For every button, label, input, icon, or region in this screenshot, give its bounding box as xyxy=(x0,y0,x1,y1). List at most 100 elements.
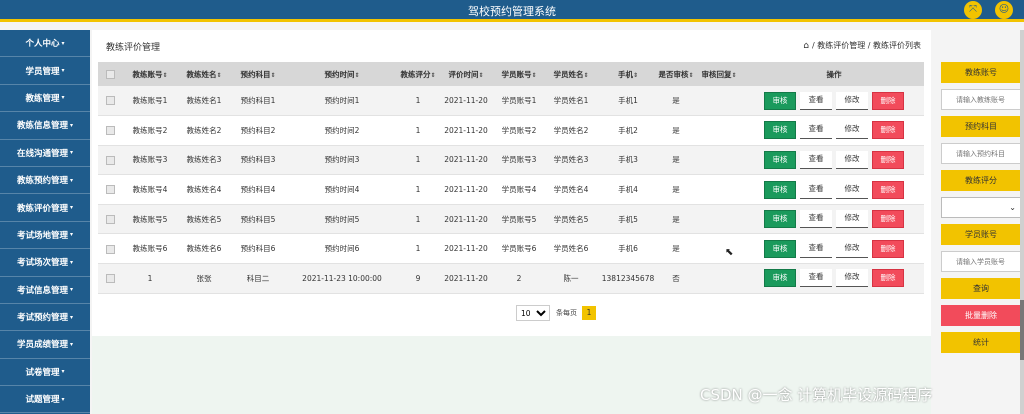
cell-score: 1 xyxy=(398,115,438,146)
row-checkbox[interactable] xyxy=(105,155,115,165)
th-student-name[interactable]: 学员姓名⇕ xyxy=(544,62,598,86)
delete-button[interactable]: 删除 xyxy=(872,210,904,229)
audit-button[interactable]: 审核 xyxy=(764,91,796,110)
view-button[interactable]: 查看 xyxy=(800,210,832,229)
sidebar-item[interactable]: 教练预约管理 ▾ xyxy=(0,167,90,195)
th-time[interactable]: 预约时间⇕ xyxy=(286,62,398,86)
score-select[interactable]: ⌄ xyxy=(941,197,1021,218)
row-select-cell[interactable] xyxy=(98,145,122,176)
cell-eval-time: 2021-11-20 xyxy=(438,233,494,265)
cell-subject: 预约科目1 xyxy=(230,86,286,117)
page-size-select[interactable]: 10 xyxy=(516,305,550,321)
th-score[interactable]: 教练评分⇕ xyxy=(398,62,438,86)
subject-input[interactable] xyxy=(941,143,1021,164)
delete-button[interactable]: 删除 xyxy=(872,91,904,110)
row-checkbox[interactable] xyxy=(105,244,115,254)
row-checkbox[interactable] xyxy=(105,214,115,224)
row-select-cell[interactable] xyxy=(98,204,122,235)
sidebar-item[interactable]: 试卷管理 ▾ xyxy=(0,359,90,387)
audit-button[interactable]: 审核 xyxy=(764,121,796,140)
audit-button[interactable]: 审核 xyxy=(764,210,796,229)
user-icon[interactable]: ☺ xyxy=(995,1,1013,19)
view-button[interactable]: 查看 xyxy=(800,239,832,258)
row-select-cell[interactable] xyxy=(98,263,122,294)
cell-coach-name: 张张 xyxy=(178,263,230,294)
th-coach-name[interactable]: 教练姓名⇕ xyxy=(178,62,230,86)
caret-down-icon: ▾ xyxy=(61,39,65,47)
table-header-row: 教练账号⇕ 教练姓名⇕ 预约科目⇕ 预约时间⇕ 教练评分⇕ 评价时间⇕ 学员账号… xyxy=(98,62,924,86)
delete-button[interactable]: 删除 xyxy=(872,239,904,258)
query-button[interactable]: 查询 xyxy=(941,278,1021,299)
view-button[interactable]: 查看 xyxy=(800,180,832,199)
edit-button[interactable]: 修改 xyxy=(836,210,868,229)
edit-button[interactable]: 修改 xyxy=(836,91,868,110)
th-approved[interactable]: 是否审核⇕ xyxy=(658,62,694,86)
audit-button[interactable]: 审核 xyxy=(764,180,796,199)
th-coach-no[interactable]: 教练账号⇕ xyxy=(122,62,178,86)
sidebar-item[interactable]: 在线沟通管理 ▾ xyxy=(0,140,90,167)
th-reply[interactable]: 审核回复⇕ xyxy=(694,62,744,86)
row-select-cell[interactable] xyxy=(98,115,122,146)
view-button[interactable]: 查看 xyxy=(800,91,832,110)
sidebar-item[interactable]: 学员管理 ▾ xyxy=(0,57,90,85)
page-button-current[interactable]: 1 xyxy=(582,306,596,320)
breadcrumb-level1[interactable]: 教练评价管理 xyxy=(817,40,865,51)
edit-button[interactable]: 修改 xyxy=(836,121,868,140)
edit-button[interactable]: 修改 xyxy=(836,239,868,258)
sidebar-item[interactable]: 考试场地管理 ▾ xyxy=(0,222,90,250)
edit-button[interactable]: 修改 xyxy=(836,180,868,199)
th-eval-time[interactable]: 评价时间⇕ xyxy=(438,62,494,86)
delete-button[interactable]: 删除 xyxy=(872,269,904,288)
row-select-cell[interactable] xyxy=(98,86,122,117)
sidebar-item[interactable]: 教练评价管理 ▾ xyxy=(0,194,90,222)
delete-button[interactable]: 删除 xyxy=(872,150,904,169)
sidebar-item[interactable]: 试题管理 ▾ xyxy=(0,386,90,414)
student-no-filter-label: 学员账号 xyxy=(941,224,1021,245)
row-select-cell[interactable] xyxy=(98,233,122,265)
sidebar-item[interactable]: 学员成绩管理 ▾ xyxy=(0,331,90,359)
edit-button[interactable]: 修改 xyxy=(836,150,868,169)
breadcrumb-sep: / xyxy=(867,41,871,50)
sidebar-item[interactable]: 考试场次管理 ▾ xyxy=(0,249,90,277)
cell-subject: 预约科目5 xyxy=(230,204,286,235)
sidebar-item[interactable]: 个人中心 ▾ xyxy=(0,30,90,58)
sidebar-item[interactable]: 考试预约管理 ▾ xyxy=(0,304,90,332)
cell-reply xyxy=(694,263,744,294)
sidebar-item[interactable]: 教练信息管理 ▾ xyxy=(0,112,90,140)
cell-coach-no: 教练账号1 xyxy=(122,86,178,117)
row-checkbox[interactable] xyxy=(105,185,115,195)
view-button[interactable]: 查看 xyxy=(800,269,832,288)
delete-button[interactable]: 删除 xyxy=(872,121,904,140)
th-student-no[interactable]: 学员账号⇕ xyxy=(494,62,544,86)
th-phone[interactable]: 手机⇕ xyxy=(598,62,658,86)
edit-button[interactable]: 修改 xyxy=(836,269,868,288)
row-checkbox[interactable] xyxy=(105,274,115,284)
page-scrollbar-thumb[interactable] xyxy=(1020,300,1024,360)
sidebar-item[interactable]: 教练管理 ▾ xyxy=(0,85,90,113)
fullscreen-icon[interactable]: ⤧ xyxy=(964,1,982,19)
home-icon[interactable]: ⌂ xyxy=(803,41,809,51)
batch-delete-button[interactable]: 批量删除 xyxy=(941,305,1021,326)
cell-student-no: 学员账号6 xyxy=(494,233,544,265)
row-checkbox[interactable] xyxy=(105,126,115,136)
audit-button[interactable]: 审核 xyxy=(764,269,796,288)
select-all-cell[interactable] xyxy=(98,62,122,86)
audit-button[interactable]: 审核 xyxy=(764,239,796,258)
view-button[interactable]: 查看 xyxy=(800,150,832,169)
caret-down-icon: ▾ xyxy=(70,313,74,321)
view-button[interactable]: 查看 xyxy=(800,121,832,140)
row-checkbox[interactable] xyxy=(105,96,115,106)
delete-button[interactable]: 删除 xyxy=(872,180,904,199)
audit-button[interactable]: 审核 xyxy=(764,150,796,169)
app-title: 驾校预约管理系统 xyxy=(468,5,556,18)
sidebar-item[interactable]: 考试信息管理 ▾ xyxy=(0,277,90,304)
row-select-cell[interactable] xyxy=(98,174,122,205)
cell-time: 预约时间2 xyxy=(286,115,398,146)
coach-no-input[interactable] xyxy=(941,89,1021,110)
th-subject[interactable]: 预约科目⇕ xyxy=(230,62,286,86)
table-row: 教练账号2 教练姓名2 预约科目2 预约时间2 1 2021-11-20 学员账号2 学员姓名… xyxy=(98,115,924,146)
select-all-checkbox[interactable] xyxy=(105,69,115,79)
stats-button[interactable]: 统计 xyxy=(941,332,1021,353)
cell-coach-no: 教练账号6 xyxy=(122,233,178,265)
student-no-input[interactable] xyxy=(941,251,1021,272)
